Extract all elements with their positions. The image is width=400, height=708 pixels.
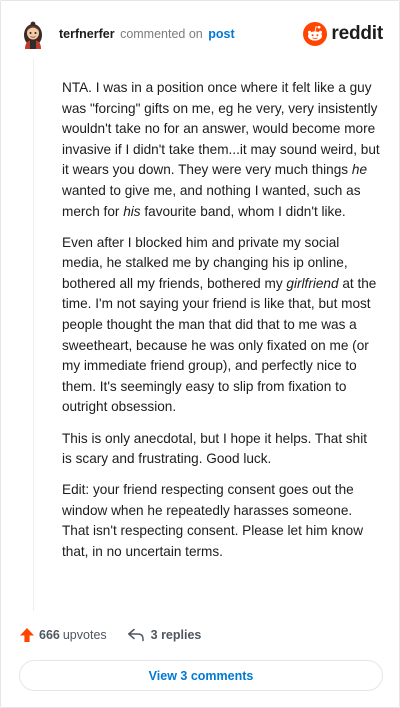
avatar-icon: [24, 21, 42, 49]
comment-body: NTA. I was in a position once where it f…: [62, 78, 380, 573]
reddit-brand-link[interactable]: reddit: [303, 22, 383, 46]
action-text: commented on: [120, 26, 203, 41]
comment-text: NTA. I was in a position once where it f…: [62, 80, 380, 178]
reddit-snoo-icon: [303, 22, 328, 46]
upvote-arrow-icon[interactable]: [19, 627, 35, 643]
emphasized-text: girlfriend: [286, 275, 339, 291]
upvote-label: upvotes: [62, 628, 107, 642]
emphasized-text: he: [351, 162, 368, 178]
comment-byline: terfnerfer commented on post: [59, 28, 303, 41]
comment-text: This is only anecdotal, but I hope it he…: [62, 430, 368, 467]
user-avatar[interactable]: [19, 19, 47, 49]
comment-footer: 666 upvotes 3 replies: [19, 625, 201, 645]
comment-text: Edit: your friend respecting consent goe…: [62, 482, 364, 559]
comment-paragraph: Edit: your friend respecting consent goe…: [62, 480, 380, 562]
upvote-count: 666: [39, 628, 60, 642]
emphasized-text: his: [123, 203, 141, 219]
post-link[interactable]: post: [208, 27, 234, 41]
comment-header: terfnerfer commented on post reddit: [19, 17, 383, 51]
replies-label: 3 replies: [150, 628, 202, 642]
comment-paragraph: This is only anecdotal, but I hope it he…: [62, 429, 380, 470]
upvote-control[interactable]: 666 upvotes: [19, 627, 107, 643]
view-comments-button[interactable]: View 3 comments: [19, 660, 383, 691]
thread-line[interactable]: [33, 59, 34, 611]
reply-arrow-icon: [127, 628, 144, 642]
replies-control[interactable]: 3 replies: [127, 628, 202, 642]
comment-embed-card: terfnerfer commented on post reddit NTA.…: [0, 0, 400, 708]
comment-paragraph: NTA. I was in a position once where it f…: [62, 78, 380, 222]
comment-text: at the time. I'm not saying your friend …: [62, 275, 377, 415]
username-link[interactable]: terfnerfer: [59, 27, 115, 41]
comment-paragraph: Even after I blocked him and private my …: [62, 233, 380, 418]
brand-wordmark: reddit: [331, 23, 383, 44]
comment-text: favourite band, whom I didn't like.: [140, 203, 346, 219]
